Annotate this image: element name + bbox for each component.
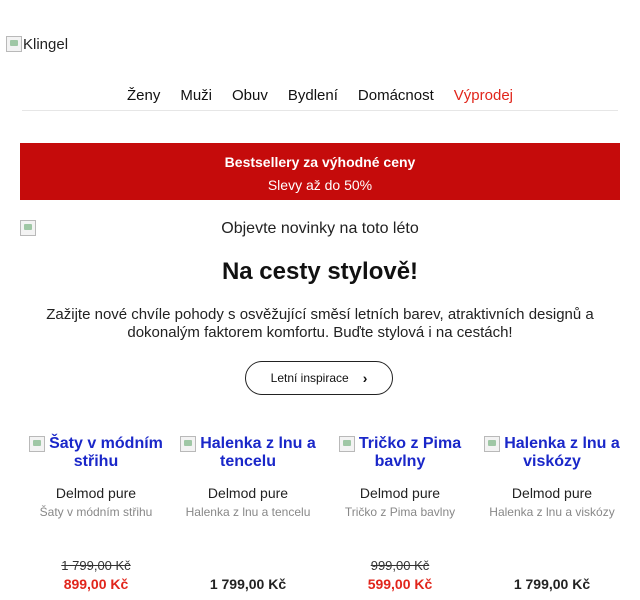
product-title: Šaty v módním střihu	[49, 435, 163, 470]
product-card[interactable]: Tričko z Pima bavlny Delmod pure Tričko …	[324, 435, 476, 595]
broken-image-icon	[6, 36, 22, 52]
product-old-price: 1 799,00 Kč	[61, 558, 131, 573]
promo-banner-subtitle: Slevy až do 50%	[267, 177, 373, 193]
nav-item-zeny[interactable]: Ženy	[117, 86, 170, 110]
product-card[interactable]: Halenka z lnu a viskózy Delmod pure Hale…	[476, 435, 628, 595]
broken-image-icon	[20, 220, 36, 236]
hero-image-alt: Objevte novinky na toto léto	[221, 220, 419, 237]
broken-image-icon	[484, 436, 501, 452]
product-title-link[interactable]: Halenka z lnu a tencelu	[172, 435, 324, 475]
nav-item-obuv[interactable]: Obuv	[222, 86, 278, 110]
klingel-logo[interactable]: Klingel	[6, 34, 68, 54]
main-navigation: Ženy Muži Obuv Bydlení Domácnost Výprode…	[22, 86, 618, 111]
nav-item-vyprodej[interactable]: Výprodej	[444, 86, 523, 110]
product-subtitle: Tričko z Pima bavlny	[344, 505, 456, 519]
product-brand: Delmod pure	[511, 485, 593, 501]
nav-item-bydleni[interactable]: Bydlení	[278, 86, 348, 110]
product-card[interactable]: Šaty v módním střihu Delmod pure Šaty v …	[20, 435, 172, 595]
product-grid: Šaty v módním střihu Delmod pure Šaty v …	[20, 435, 628, 595]
broken-image-icon	[338, 436, 355, 452]
chevron-right-icon: ›	[362, 370, 368, 386]
hero-image[interactable]: Objevte novinky na toto léto	[20, 220, 620, 240]
product-price: 1 799,00 Kč	[513, 576, 591, 592]
promo-banner[interactable]: Bestsellery za výhodné ceny Slevy až do …	[20, 143, 620, 200]
product-title-link[interactable]: Halenka z lnu a viskózy	[476, 435, 628, 475]
product-subtitle: Halenka z lnu a tencelu	[185, 505, 311, 519]
product-subtitle: Šaty v módním střihu	[39, 505, 153, 519]
intro-text: Zažijte nové chvíle pohody s osvěžující …	[46, 306, 594, 341]
page-headline: Na cesty stylově!	[221, 258, 419, 285]
product-brand: Delmod pure	[207, 485, 289, 501]
nav-item-domacnost[interactable]: Domácnost	[348, 86, 444, 110]
product-subtitle: Halenka z lnu a viskózy	[489, 505, 615, 519]
product-title: Halenka z lnu a viskózy	[504, 435, 620, 470]
product-title: Tričko z Pima bavlny	[358, 435, 462, 470]
logo-alt-text: Klingel	[23, 35, 69, 53]
product-brand: Delmod pure	[55, 485, 137, 501]
product-price: 599,00 Kč	[367, 576, 433, 592]
product-old-price: 999,00 Kč	[370, 558, 430, 573]
nav-item-muzi[interactable]: Muži	[170, 86, 222, 110]
product-brand: Delmod pure	[359, 485, 441, 501]
broken-image-icon	[180, 436, 197, 452]
product-card[interactable]: Halenka z lnu a tencelu Delmod pure Hale…	[172, 435, 324, 595]
broken-image-icon	[29, 436, 46, 452]
letni-inspirace-button[interactable]: Letní inspirace ›	[245, 361, 393, 395]
product-title-link[interactable]: Tričko z Pima bavlny	[324, 435, 476, 475]
product-title-link[interactable]: Šaty v módním střihu	[20, 435, 172, 475]
product-title: Halenka z lnu a tencelu	[200, 435, 316, 470]
cta-label: Letní inspirace	[270, 371, 349, 385]
product-price: 899,00 Kč	[63, 576, 129, 592]
product-price: 1 799,00 Kč	[209, 576, 287, 592]
promo-banner-title: Bestsellery za výhodné ceny	[224, 154, 416, 170]
